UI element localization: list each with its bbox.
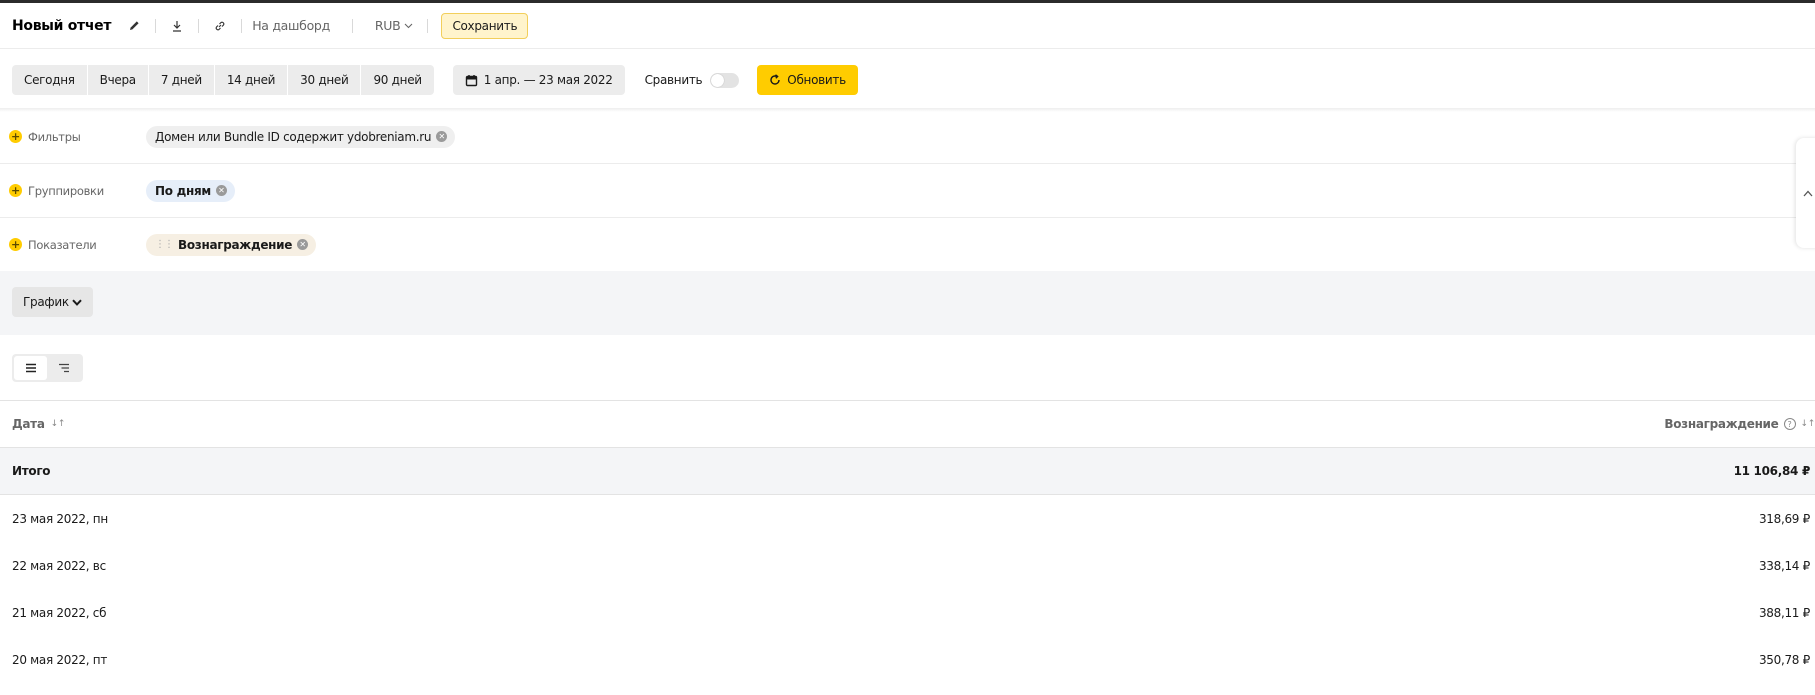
filter-chip-label: Домен или Bundle ID содержит ydobreniam.… [155,129,432,144]
period-30-days[interactable]: 30 дней [288,65,362,95]
chevron-down-icon [72,299,82,306]
save-button[interactable]: Сохранить [441,12,529,39]
metrics-row: + Показатели ⋮⋮ Вознаграждение ✕ [0,218,1815,272]
row-value: 388,11 ₽ [1758,605,1810,620]
sort-icon[interactable]: ↓↑ [51,419,66,429]
refresh-icon [770,74,780,85]
report-title: Новый отчет [12,17,112,34]
sort-icon[interactable]: ↓↑ [1801,419,1815,429]
period-yesterday[interactable]: Вчера [88,65,149,95]
filters-label[interactable]: Фильтры [28,130,81,144]
remove-chip-icon[interactable]: ✕ [436,131,448,142]
metric-chip[interactable]: ⋮⋮ Вознаграждение ✕ [146,233,317,256]
divider [427,18,429,33]
groupings-label[interactable]: Группировки [28,184,104,198]
currency-select[interactable]: RUB [375,18,414,33]
row-value: 318,69 ₽ [1758,511,1810,526]
period-today[interactable]: Сегодня [12,65,88,95]
period-presets: Сегодня Вчера 7 дней 14 дней 30 дней 90 … [12,65,434,95]
add-metric-plus-icon[interactable]: + [9,238,22,251]
column-header-date-label: Дата [12,417,45,431]
date-range-value: 1 апр. — 23 мая 2022 [483,73,613,87]
column-header-reward[interactable]: Вознаграждение ? ↓↑ [1664,417,1815,431]
total-value: 11 106,84 ₽ [1733,464,1811,478]
compare-toggle[interactable] [710,72,740,88]
refresh-label: Обновить [787,73,846,87]
metrics-label[interactable]: Показатели [28,238,97,252]
help-icon[interactable]: ? [1783,418,1796,430]
divider [198,18,200,33]
add-filter-plus-icon[interactable]: + [9,130,22,143]
divider [155,18,157,33]
chevron-up-icon [1803,190,1813,196]
column-header-reward-label: Вознаграждение [1664,417,1779,431]
table-row: 20 мая 2022, пт 350,78 ₽ [0,636,1815,683]
total-label: Итого [12,464,51,478]
remove-chip-icon[interactable]: ✕ [297,239,309,250]
dashboard-link[interactable]: На дашборд [252,18,330,33]
period-toolbar: Сегодня Вчера 7 дней 14 дней 30 дней 90 … [12,65,858,95]
row-date: 23 мая 2022, пн [12,511,108,526]
refresh-button[interactable]: Обновить [757,65,858,95]
table-header: Дата ↓↑ Вознаграждение ? ↓↑ [0,401,1815,448]
row-value: 350,78 ₽ [1758,652,1810,667]
column-header-date[interactable]: Дата ↓↑ [12,417,65,431]
filter-chip[interactable]: Домен или Bundle ID содержит ydobreniam.… [146,125,456,148]
chart-toggle-label: График [23,295,69,309]
chart-section: График [0,271,1815,335]
calendar-icon [465,74,477,86]
grouping-chip[interactable]: По дням ✕ [146,179,235,202]
divider [241,18,243,33]
report-header: Новый отчет На дашборд RUB Сохранить [0,3,1815,49]
table-row: 22 мая 2022, вс 338,14 ₽ [0,542,1815,589]
divider [351,18,353,33]
drag-handle-icon[interactable]: ⋮⋮ [155,239,174,250]
row-value: 338,14 ₽ [1758,558,1810,573]
groupings-row: + Группировки По дням ✕ [0,164,1815,218]
table-row: 21 мая 2022, сб 388,11 ₽ [0,589,1815,636]
date-range-picker[interactable]: 1 апр. — 23 мая 2022 [452,65,625,95]
period-90-days[interactable]: 90 дней [361,65,433,95]
chart-toggle-button[interactable]: График [12,287,93,317]
collapse-panel-button[interactable] [1796,138,1815,248]
filters-row: + Фильтры Домен или Bundle ID содержит y… [0,110,1815,164]
download-icon[interactable] [166,15,188,37]
chevron-down-icon [405,23,413,28]
period-14-days[interactable]: 14 дней [215,65,289,95]
period-7-days[interactable]: 7 дней [149,65,215,95]
table-row: 23 мая 2022, пн 318,69 ₽ [0,495,1815,542]
metric-chip-label: Вознаграждение [178,237,293,252]
tree-view-icon[interactable] [47,356,80,380]
grouping-chip-label: По дням [155,183,211,198]
row-date: 22 мая 2022, вс [12,558,106,573]
link-icon[interactable] [209,15,231,37]
add-grouping-plus-icon[interactable]: + [9,184,22,197]
table-view-toggle [12,354,83,382]
currency-value: RUB [374,18,401,33]
list-view-icon[interactable] [14,356,47,380]
row-date: 20 мая 2022, пт [12,652,108,667]
remove-chip-icon[interactable]: ✕ [215,185,227,196]
compare-control: Сравнить [644,72,740,88]
table-total-row: Итого 11 106,84 ₽ [0,448,1815,495]
pencil-icon[interactable] [123,15,145,37]
compare-label: Сравнить [644,73,703,87]
row-date: 21 мая 2022, сб [12,605,107,620]
